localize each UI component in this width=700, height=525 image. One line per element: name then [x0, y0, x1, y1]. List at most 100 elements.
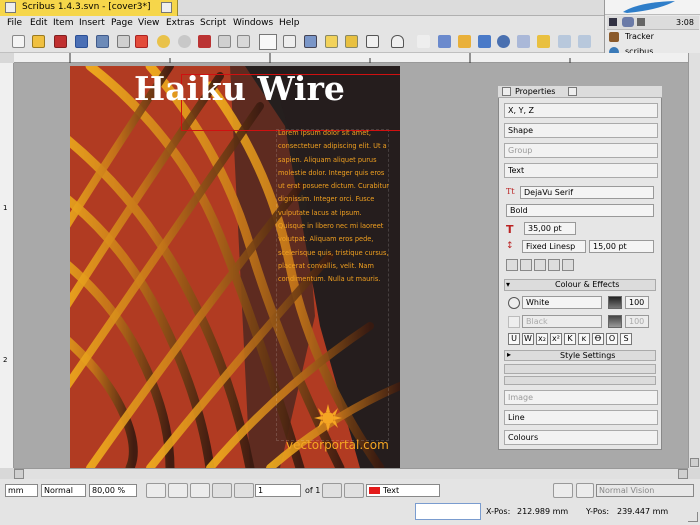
network-icon[interactable] [622, 17, 634, 27]
edit-text-icon[interactable] [537, 35, 550, 48]
layer-select[interactable]: Text [366, 484, 440, 497]
font-family-select[interactable]: DejaVu Serif [520, 186, 654, 199]
menu-extras[interactable]: Extras [166, 18, 194, 28]
align-forced-icon[interactable] [562, 259, 574, 271]
section-shape[interactable]: Shape [504, 123, 658, 138]
paste-icon[interactable] [237, 35, 250, 48]
align-right-icon[interactable] [534, 259, 546, 271]
small-caps-icon[interactable]: ĸ [578, 333, 590, 345]
align-justify-icon[interactable] [548, 259, 560, 271]
headline-text[interactable]: Haiku Wire [134, 69, 345, 108]
menu-item[interactable]: Item [53, 18, 74, 28]
close-document-icon[interactable] [54, 35, 67, 48]
rotate-icon[interactable] [478, 35, 491, 48]
last-page-icon[interactable] [344, 483, 364, 498]
window-title-tab[interactable]: Scribus 1.4.3.svn - [cover3*] [0, 0, 178, 16]
zoom-input[interactable]: 80,00 % [89, 484, 137, 497]
close-window-button[interactable] [5, 2, 16, 13]
menu-page[interactable]: Page [111, 18, 133, 28]
section-image[interactable]: Image [504, 390, 658, 405]
align-center-icon[interactable] [520, 259, 532, 271]
resize-grip-icon[interactable] [688, 512, 698, 522]
deskbar-clock[interactable]: 3:08 [676, 18, 694, 27]
font-style-select[interactable]: Bold [506, 204, 654, 217]
next-page-icon[interactable] [322, 483, 342, 498]
menu-windows[interactable]: Windows [233, 18, 273, 28]
shadow-icon[interactable]: S [620, 333, 632, 345]
float-palette-button[interactable] [568, 87, 577, 96]
line-spacing-mode-select[interactable]: Fixed Linesp [522, 240, 586, 253]
pdf-export-icon[interactable] [135, 35, 148, 48]
first-page-icon[interactable] [212, 483, 232, 498]
render-frame-icon[interactable] [325, 35, 338, 48]
image-frame-icon[interactable] [304, 35, 317, 48]
vertical-scrollbar[interactable] [688, 53, 700, 468]
horizontal-scrollbar[interactable] [14, 468, 688, 479]
zoom-out-icon[interactable] [146, 483, 166, 498]
table-icon[interactable] [345, 35, 358, 48]
link-frames-icon[interactable] [558, 35, 571, 48]
body-text[interactable]: Lorem ipsum dolor sit amet, consectetuer… [278, 127, 390, 287]
cut-icon[interactable] [198, 35, 211, 48]
superscript-icon[interactable]: x² [550, 333, 562, 345]
palette-scrollbar[interactable] [504, 364, 656, 374]
preview-mode-icon[interactable] [553, 483, 573, 498]
document-page[interactable]: Haiku Wire Lorem ipsum dolor sit amet, c… [70, 66, 400, 468]
menu-insert[interactable]: Insert [79, 18, 105, 28]
font-size-input[interactable]: 35,00 pt [524, 222, 576, 235]
zoom-window-button[interactable] [161, 2, 172, 13]
freehand-icon[interactable] [458, 35, 471, 48]
stroke-shade-input[interactable]: 100 [625, 315, 649, 328]
scroll-right-arrow-icon[interactable] [678, 469, 688, 479]
properties-titlebar[interactable]: Properties [498, 86, 662, 98]
zoom-100-icon[interactable] [168, 483, 188, 498]
unit-select[interactable]: mm [5, 484, 38, 497]
new-document-icon[interactable] [12, 35, 25, 48]
visual-mode-select[interactable]: Normal Vision [596, 484, 694, 497]
horizontal-ruler[interactable] [14, 53, 688, 63]
line-spacing-input[interactable]: 15,00 pt [589, 240, 654, 253]
section-xyz[interactable]: X, Y, Z [504, 103, 658, 118]
close-palette-button[interactable] [502, 87, 511, 96]
print-icon[interactable] [117, 35, 130, 48]
haiku-leaf-icon[interactable] [619, 0, 679, 14]
save-icon[interactable] [75, 35, 88, 48]
deskbar-item-tracker[interactable]: Tracker [625, 32, 654, 41]
section-group[interactable]: Group [504, 143, 658, 158]
menu-edit[interactable]: Edit [30, 18, 47, 28]
subscript-icon[interactable]: x₂ [536, 333, 548, 345]
vertical-ruler[interactable]: 1 2 [0, 63, 14, 468]
copy-icon[interactable] [218, 35, 231, 48]
all-caps-icon[interactable]: K [564, 333, 576, 345]
save-as-icon[interactable] [96, 35, 109, 48]
text-frame-icon[interactable] [283, 35, 296, 48]
align-left-icon[interactable] [506, 259, 518, 271]
scroll-down-arrow-icon[interactable] [690, 458, 699, 467]
zoom-icon[interactable] [497, 35, 510, 48]
select-item-icon[interactable] [259, 34, 277, 50]
tray-icon[interactable] [637, 18, 645, 26]
preview-quality-select[interactable]: Normal [41, 484, 86, 497]
section-colours[interactable]: Colours [504, 430, 658, 445]
scroll-left-arrow-icon[interactable] [14, 469, 24, 479]
unlink-frames-icon[interactable] [578, 35, 591, 48]
fill-shade-input[interactable]: 100 [625, 296, 649, 309]
strikethrough-icon[interactable]: Ꝋ [592, 333, 604, 345]
underline-words-icon[interactable]: W [522, 333, 534, 345]
view-toggle-icon[interactable] [576, 483, 594, 498]
page-number-select[interactable]: 1 [255, 484, 301, 497]
underline-icon[interactable]: U [508, 333, 520, 345]
outline-icon[interactable]: O [606, 333, 618, 345]
section-line[interactable]: Line [504, 410, 658, 425]
tray-icon[interactable] [609, 18, 617, 26]
section-text[interactable]: Text [504, 163, 658, 178]
shape-icon[interactable] [366, 35, 379, 48]
bezier-icon[interactable] [438, 35, 451, 48]
line-icon[interactable] [417, 35, 430, 48]
zoom-in-icon[interactable] [190, 483, 210, 498]
undo-icon[interactable] [157, 35, 170, 48]
stroke-colour-select[interactable]: Black [522, 315, 602, 328]
menu-script[interactable]: Script [200, 18, 226, 28]
redo-icon[interactable] [178, 35, 191, 48]
menu-file[interactable]: File [7, 18, 22, 28]
